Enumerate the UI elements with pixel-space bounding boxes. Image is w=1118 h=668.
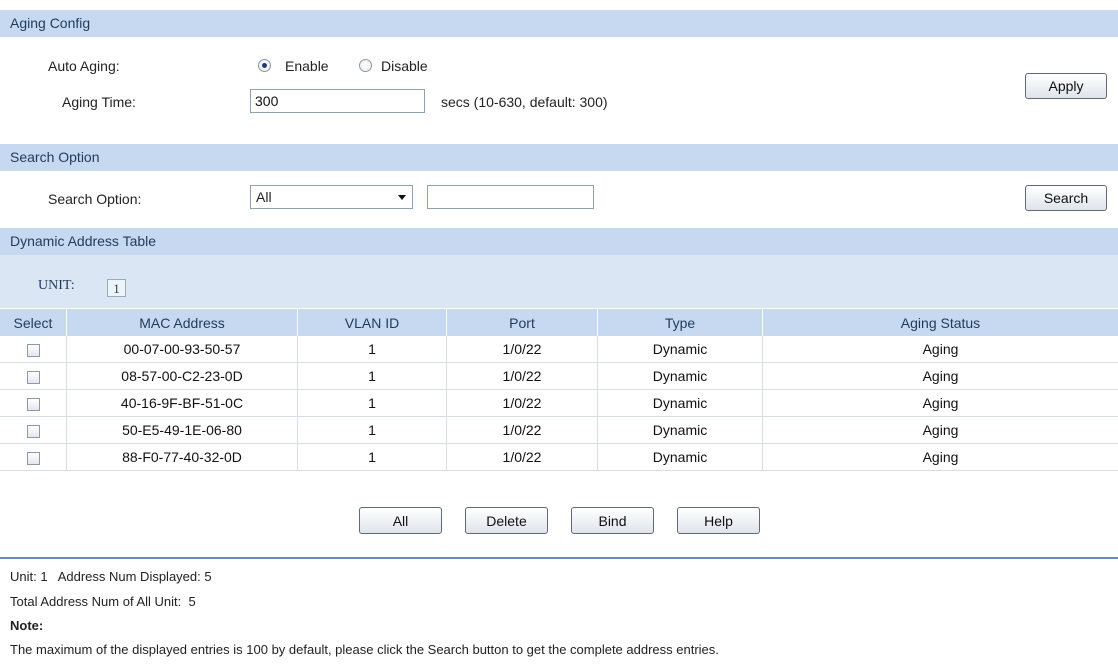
dynamic-address-table-header: Dynamic Address Table: [0, 228, 1118, 255]
search-option-header: Search Option: [0, 144, 1118, 171]
search-button[interactable]: Search: [1025, 185, 1107, 211]
port-cell: 1/0/22: [446, 416, 598, 444]
delete-button[interactable]: Delete: [465, 507, 548, 534]
mac-address-cell: 08-57-00-C2-23-0D: [66, 362, 298, 390]
unit-selector[interactable]: 1: [107, 279, 126, 297]
mac-address-cell: 88-F0-77-40-32-0D: [66, 443, 298, 471]
port-cell: 1/0/22: [446, 389, 598, 417]
aging-status-cell: Aging: [762, 336, 1118, 363]
column-header-port: Port: [446, 309, 598, 336]
enable-label[interactable]: Enable: [285, 57, 329, 75]
row-checkbox[interactable]: [26, 424, 40, 438]
port-cell: 1/0/22: [446, 336, 598, 363]
mac-address-cell: 40-16-9F-BF-51-0C: [66, 389, 298, 417]
aging-status-cell: Aging: [762, 362, 1118, 390]
search-option-select[interactable]: All: [250, 185, 413, 209]
column-header-select: Select: [0, 309, 67, 336]
type-cell: Dynamic: [597, 362, 763, 390]
aging-status-cell: Aging: [762, 389, 1118, 417]
vlan-id-cell: 1: [297, 362, 447, 390]
select-all-button[interactable]: All: [359, 507, 442, 534]
unit-bar: [0, 255, 1118, 308]
unit-address-count: Unit: 1 Address Num Displayed: 5: [10, 569, 212, 584]
port-cell: 1/0/22: [446, 362, 598, 390]
unit-label: UNIT:: [38, 278, 75, 293]
type-cell: Dynamic: [597, 389, 763, 417]
type-cell: Dynamic: [597, 416, 763, 444]
table-row: 00-07-00-93-50-57 1 1/0/22 Dynamic Aging: [0, 336, 1118, 363]
footer-divider: [0, 557, 1118, 559]
column-header-mac: MAC Address: [66, 309, 298, 336]
table-row: 40-16-9F-BF-51-0C 1 1/0/22 Dynamic Aging: [0, 389, 1118, 417]
vlan-id-cell: 1: [297, 336, 447, 363]
search-option-label: Search Option:: [48, 191, 142, 207]
type-cell: Dynamic: [597, 443, 763, 471]
disable-label[interactable]: Disable: [381, 57, 428, 75]
column-header-type: Type: [597, 309, 763, 336]
column-header-aging-status: Aging Status: [762, 309, 1118, 336]
row-checkbox[interactable]: [26, 343, 40, 357]
mac-address-cell: 50-E5-49-1E-06-80: [66, 416, 298, 444]
aging-time-hint: secs (10-630, default: 300): [441, 94, 608, 110]
table-row: 08-57-00-C2-23-0D 1 1/0/22 Dynamic Aging: [0, 362, 1118, 390]
search-text-input[interactable]: [427, 185, 594, 209]
aging-time-label: Aging Time:: [62, 94, 136, 110]
chevron-down-icon: [398, 195, 406, 200]
row-checkbox[interactable]: [26, 397, 40, 411]
auto-aging-label: Auto Aging:: [48, 58, 120, 74]
aging-config-header: Aging Config: [0, 10, 1118, 37]
aging-time-input[interactable]: [250, 89, 425, 113]
note-text: The maximum of the displayed entries is …: [10, 642, 719, 657]
bind-button[interactable]: Bind: [571, 507, 654, 534]
port-cell: 1/0/22: [446, 443, 598, 471]
mac-address-cell: 00-07-00-93-50-57: [66, 336, 298, 363]
note-title: Note:: [10, 618, 44, 633]
aging-status-cell: Aging: [762, 416, 1118, 444]
dynamic-address-table: Select MAC Address VLAN ID Port Type Agi…: [0, 309, 1118, 471]
aging-status-cell: Aging: [762, 443, 1118, 471]
row-checkbox[interactable]: [26, 451, 40, 465]
enable-radio[interactable]: [258, 59, 271, 72]
table-header-row: Select MAC Address VLAN ID Port Type Agi…: [0, 309, 1118, 336]
help-button[interactable]: Help: [677, 507, 760, 534]
apply-button[interactable]: Apply: [1025, 73, 1107, 99]
row-checkbox[interactable]: [26, 370, 40, 384]
search-option-value: All: [256, 189, 272, 205]
total-address-count: Total Address Num of All Unit: 5: [10, 594, 196, 609]
type-cell: Dynamic: [597, 336, 763, 363]
vlan-id-cell: 1: [297, 443, 447, 471]
disable-radio[interactable]: [359, 59, 372, 72]
table-row: 50-E5-49-1E-06-80 1 1/0/22 Dynamic Aging: [0, 416, 1118, 444]
vlan-id-cell: 1: [297, 416, 447, 444]
vlan-id-cell: 1: [297, 389, 447, 417]
table-row: 88-F0-77-40-32-0D 1 1/0/22 Dynamic Aging: [0, 443, 1118, 471]
column-header-vlan: VLAN ID: [297, 309, 447, 336]
